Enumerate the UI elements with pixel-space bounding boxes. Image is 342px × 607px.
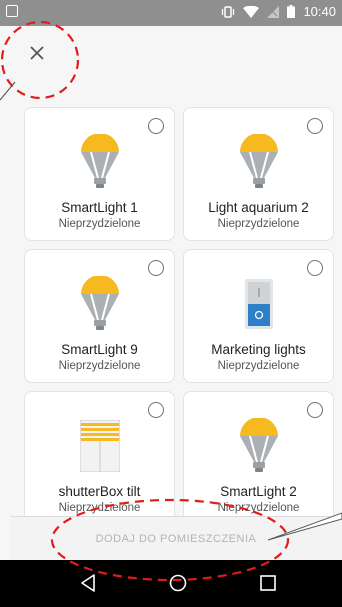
back-button[interactable] — [76, 571, 100, 595]
close-button[interactable] — [22, 38, 52, 68]
shutter-icon — [25, 416, 174, 476]
device-card-light-aquarium-2[interactable]: Light aquarium 2 Nieprzydzielone — [183, 107, 334, 241]
device-room-status: Nieprzydzielone — [58, 502, 141, 514]
wifi-icon — [243, 5, 260, 18]
device-room-status: Nieprzydzielone — [58, 218, 141, 230]
bottom-action-panel: DODAJ DO POMIESZCZENIA — [10, 516, 342, 561]
notification-icon — [6, 5, 18, 17]
status-icons: 10:40 — [221, 4, 336, 19]
device-name: Marketing lights — [211, 342, 306, 357]
home-button[interactable] — [166, 571, 190, 595]
device-card-shutterbox-tilt[interactable]: shutterBox tilt Nieprzydzielone — [24, 391, 175, 525]
device-card-smartlight-9[interactable]: SmartLight 9 Nieprzydzielone — [24, 249, 175, 383]
bulb-icon — [184, 132, 333, 192]
device-card-marketing-lights[interactable]: Marketing lights Nieprzydzielone — [183, 249, 334, 383]
device-room-status: Nieprzydzielone — [58, 360, 141, 372]
bulb-icon — [184, 416, 333, 476]
device-card-smartlight-2[interactable]: SmartLight 2 Nieprzydzielone — [183, 391, 334, 525]
status-time: 10:40 — [303, 4, 336, 19]
back-icon — [81, 574, 95, 592]
device-room-status: Nieprzydzielone — [217, 360, 300, 372]
home-icon — [169, 574, 187, 592]
bulb-icon — [25, 132, 174, 192]
signal-icon — [267, 5, 280, 18]
add-to-room-button[interactable]: DODAJ DO POMIESZCZENIA — [10, 517, 342, 561]
device-grid: SmartLight 1 Nieprzydzielone Light aquar… — [24, 107, 334, 525]
device-name: shutterBox tilt — [58, 484, 141, 499]
switch-icon — [184, 274, 333, 334]
device-name: Light aquarium 2 — [208, 200, 309, 215]
battery-icon — [287, 5, 296, 18]
recents-button[interactable] — [256, 571, 280, 595]
status-bar: 10:40 — [0, 0, 342, 26]
navigation-bar — [0, 560, 342, 607]
device-name: SmartLight 2 — [220, 484, 297, 499]
device-room-status: Nieprzydzielone — [217, 218, 300, 230]
vibrate-icon — [222, 5, 235, 18]
recents-icon — [260, 575, 276, 591]
device-room-status: Nieprzydzielone — [217, 502, 300, 514]
device-card-smartlight-1[interactable]: SmartLight 1 Nieprzydzielone — [24, 107, 175, 241]
device-name: SmartLight 1 — [61, 200, 138, 215]
close-icon — [30, 46, 44, 60]
bulb-icon — [25, 274, 174, 334]
device-name: SmartLight 9 — [61, 342, 138, 357]
